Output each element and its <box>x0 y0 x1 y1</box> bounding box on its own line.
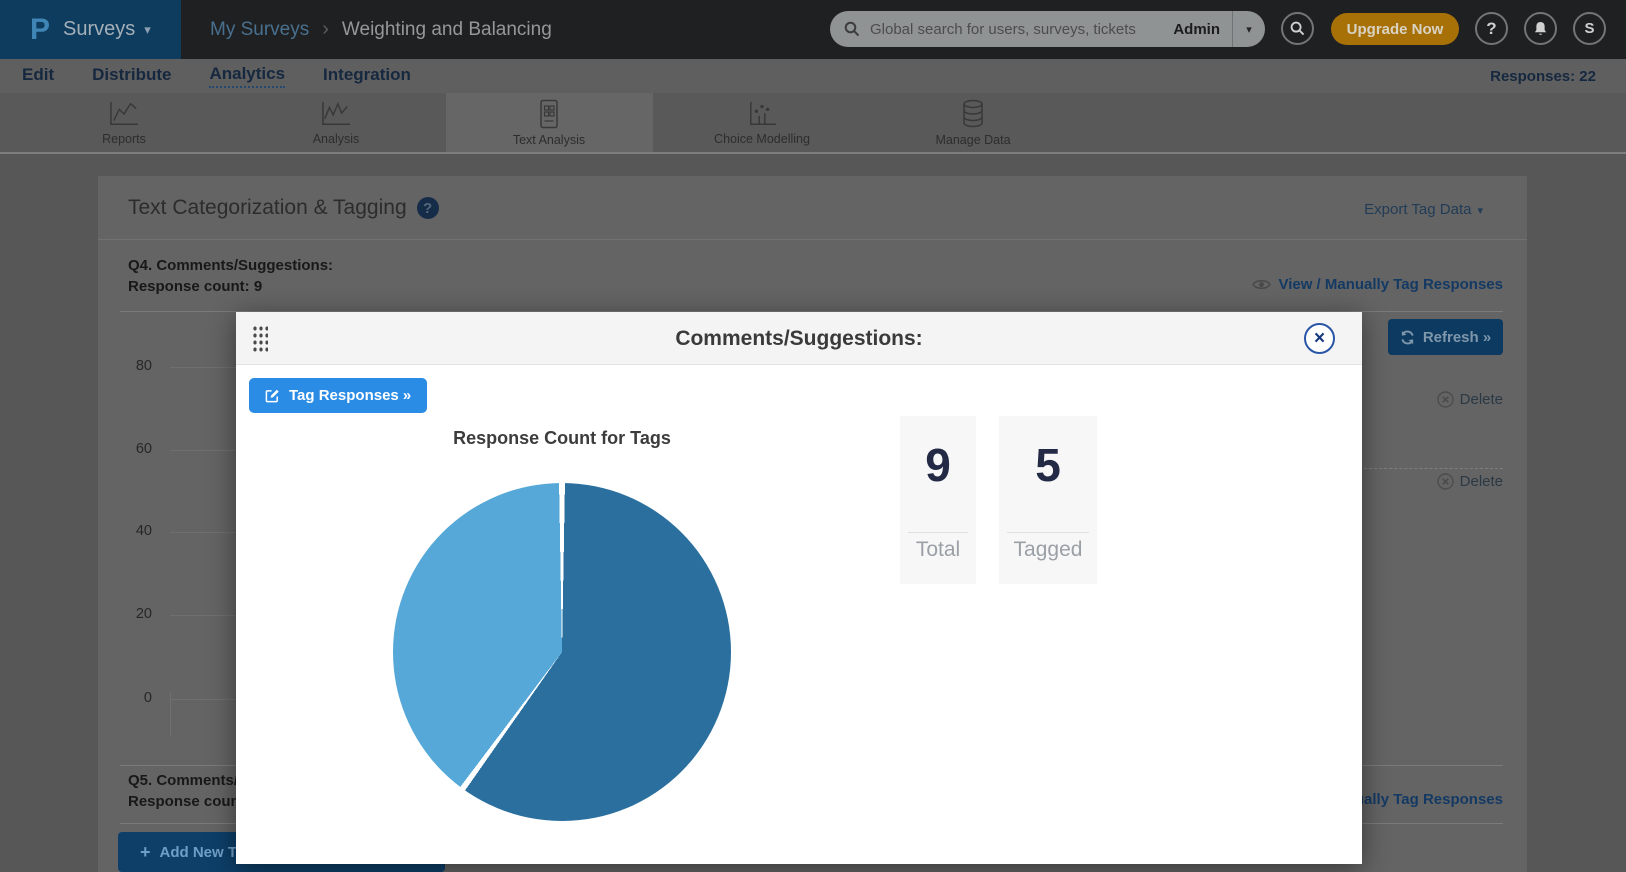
responses-count: Responses: 22 <box>1490 68 1596 85</box>
tag-responses-button[interactable]: Tag Responses » <box>249 378 427 413</box>
search-input[interactable] <box>870 21 1173 38</box>
search-scope-selector[interactable]: Admin <box>1173 21 1220 38</box>
tab-integration[interactable]: Integration <box>323 65 411 87</box>
modal-title: Comments/Suggestions: <box>236 312 1362 365</box>
toolbar-item-choice-modelling[interactable]: Choice Modelling <box>682 93 842 152</box>
search-button[interactable] <box>1281 12 1314 45</box>
line-chart-icon <box>107 100 141 128</box>
avatar-initial: S <box>1584 20 1594 37</box>
q4-response-count: Response count: 9 <box>128 278 262 295</box>
total-label: Total <box>916 538 960 562</box>
delete-tag-link[interactable]: Delete <box>1437 391 1503 408</box>
circle-x-icon <box>1437 391 1454 408</box>
notifications-button[interactable] <box>1524 12 1557 45</box>
chevron-down-icon: ▾ <box>144 22 151 38</box>
pie-chart-title: Response Count for Tags <box>393 428 731 449</box>
y-axis-line <box>170 692 171 736</box>
q4-view-tag-responses-link[interactable]: View / Manually Tag Responses <box>1252 276 1503 293</box>
edit-pencil-icon <box>265 388 280 403</box>
toolbar-item-analysis[interactable]: Analysis <box>256 93 416 152</box>
breadcrumb-my-surveys[interactable]: My Surveys <box>210 19 309 41</box>
response-count-pie-chart[interactable] <box>393 483 731 821</box>
avatar[interactable]: S <box>1573 12 1606 45</box>
drag-handle-icon[interactable] <box>252 325 268 353</box>
page-title: Text Categorization & Tagging <box>128 196 407 220</box>
product-name: Surveys <box>63 18 135 41</box>
search-icon <box>1290 21 1305 36</box>
comments-suggestions-modal: Comments/Suggestions: × Tag Responses » … <box>236 312 1362 864</box>
bell-icon <box>1533 21 1548 37</box>
eye-icon <box>1252 278 1271 291</box>
stat-card-total: 9 Total <box>900 416 976 584</box>
toolbar-item-text-analysis[interactable]: Text Analysis <box>469 93 629 152</box>
refresh-button[interactable]: Refresh » <box>1388 319 1503 355</box>
analysis-chart-icon <box>319 100 353 128</box>
delete-tag-link[interactable]: Delete <box>1437 473 1503 490</box>
analytics-toolbar: Reports ▾ Analysis ▾ Text Analysis ▾ Cho… <box>0 93 1626 154</box>
tab-distribute[interactable]: Distribute <box>92 65 171 87</box>
question-mark-icon: ? <box>1486 19 1496 39</box>
upgrade-now-button[interactable]: Upgrade Now <box>1331 13 1459 45</box>
text-analysis-icon <box>537 99 561 129</box>
modal-header[interactable]: Comments/Suggestions: <box>236 312 1362 365</box>
export-tag-data-dropdown[interactable]: Export Tag Data▾ <box>1364 201 1483 218</box>
tagged-label: Tagged <box>1014 538 1083 562</box>
chevron-down-icon[interactable]: ▾ <box>1233 23 1265 36</box>
global-search-bar[interactable]: Admin ▾ <box>830 11 1265 47</box>
database-icon <box>960 99 986 129</box>
chevron-right-icon: › <box>322 18 329 41</box>
divider <box>908 532 968 533</box>
refresh-icon <box>1400 330 1415 345</box>
product-switcher[interactable]: P Surveys ▾ <box>0 0 181 59</box>
survey-tab-bar: Edit Distribute Analytics Integration Re… <box>0 59 1626 93</box>
divider <box>98 239 1527 240</box>
plus-icon: + <box>140 842 151 863</box>
close-button[interactable]: × <box>1304 323 1335 354</box>
tab-edit[interactable]: Edit <box>22 65 54 87</box>
chevron-down-icon: ▾ <box>1477 205 1483 217</box>
help-button[interactable]: ? <box>1475 12 1508 45</box>
help-icon[interactable]: ? <box>417 197 439 219</box>
tagged-value: 5 <box>1035 442 1061 488</box>
y-axis-tick: 40 <box>98 523 152 539</box>
top-navbar: P Surveys ▾ My Surveys › Weighting and B… <box>0 0 1626 59</box>
close-icon: × <box>1314 328 1325 349</box>
proprofs-logo-icon: P <box>30 13 50 47</box>
circle-x-icon <box>1437 473 1454 490</box>
y-axis-tick: 0 <box>98 690 152 706</box>
toolbar-item-reports[interactable]: Reports <box>44 93 204 152</box>
tab-analytics[interactable]: Analytics <box>209 64 285 88</box>
y-axis-tick: 20 <box>98 606 152 622</box>
breadcrumb: My Surveys › Weighting and Balancing <box>210 0 552 59</box>
total-value: 9 <box>925 442 951 488</box>
search-icon <box>844 21 860 37</box>
breadcrumb-current-survey: Weighting and Balancing <box>342 19 552 41</box>
scatter-chart-icon <box>745 100 779 128</box>
y-axis-tick: 80 <box>98 358 152 374</box>
y-axis-tick: 60 <box>98 441 152 457</box>
stat-card-tagged: 5 Tagged <box>999 416 1097 584</box>
q4-question-label: Q4. Comments/Suggestions: <box>128 257 333 274</box>
divider <box>1007 532 1089 533</box>
toolbar-item-manage-data[interactable]: Manage Data <box>893 93 1053 152</box>
